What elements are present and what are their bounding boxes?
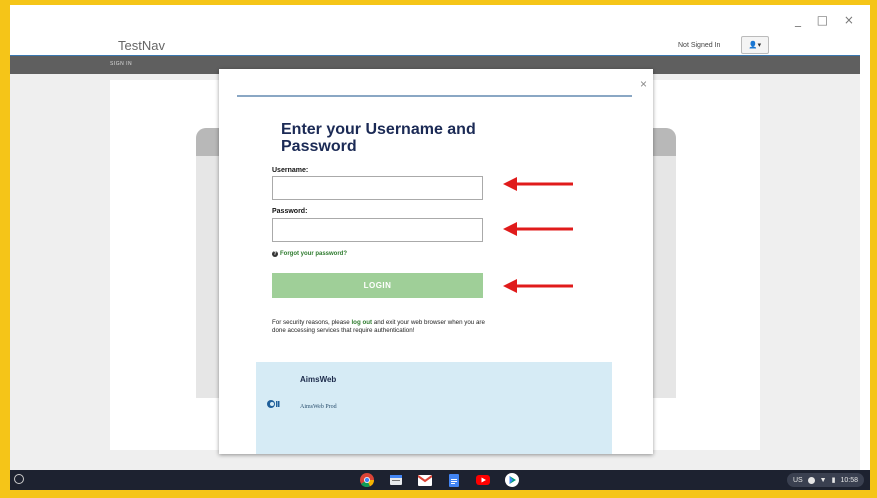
login-heading: Enter your Username and Password: [281, 121, 476, 155]
forgot-password-link[interactable]: ? Forgot your password?: [272, 251, 347, 257]
forgot-password-label: Forgot your password?: [280, 251, 348, 257]
security-notice: For security reasons, please log out and…: [272, 319, 492, 335]
close-icon[interactable]: ×: [640, 77, 647, 91]
app-tile[interactable]: AimsWeb AimsWeb Prod: [256, 362, 612, 454]
battery-icon: ▮: [831, 477, 836, 484]
notice-text-start: For security reasons, please: [272, 319, 352, 326]
youtube-icon[interactable]: [475, 472, 491, 488]
shelf: [359, 472, 520, 488]
files-icon[interactable]: [388, 472, 404, 488]
password-label: Password:: [272, 208, 308, 215]
launcher-icon[interactable]: [14, 474, 24, 484]
wifi-icon: ▼: [819, 476, 827, 484]
play-store-icon[interactable]: [504, 472, 520, 488]
docs-icon[interactable]: [446, 472, 462, 488]
username-label: Username:: [272, 167, 309, 174]
nav-signin-label: SIGN IN: [110, 61, 133, 67]
app-tile-subtitle: AimsWeb Prod: [300, 404, 337, 410]
window-controls[interactable]: _ □ ×: [795, 13, 860, 27]
help-icon: ?: [272, 251, 278, 257]
notification-icon: [807, 476, 815, 484]
arrow-icon: [503, 279, 573, 293]
aimsweb-logo-icon: [267, 400, 280, 408]
password-input[interactable]: [272, 218, 483, 242]
chrome-icon[interactable]: [359, 472, 375, 488]
app-title: TestNav: [118, 38, 165, 53]
modal-top-rule: [237, 95, 632, 97]
username-input[interactable]: [272, 176, 483, 200]
login-modal: × Enter your Username and Password Usern…: [219, 69, 653, 454]
arrow-icon: [503, 222, 573, 236]
status-tray[interactable]: US ▼ ▮ 10:58: [786, 473, 864, 487]
logout-link[interactable]: log out: [351, 319, 372, 326]
app-tile-title: AimsWeb: [300, 375, 337, 384]
clock: 10:58: [840, 476, 858, 484]
user-menu-button[interactable]: 👤▾: [741, 36, 769, 54]
arrow-icon: [503, 177, 573, 191]
login-button[interactable]: LOGIN: [272, 273, 483, 298]
locale-indicator: US: [792, 476, 803, 484]
gmail-icon[interactable]: [417, 472, 433, 488]
signin-status: Not Signed In: [678, 42, 721, 49]
taskbar: US ▼ ▮ 10:58: [10, 470, 870, 490]
